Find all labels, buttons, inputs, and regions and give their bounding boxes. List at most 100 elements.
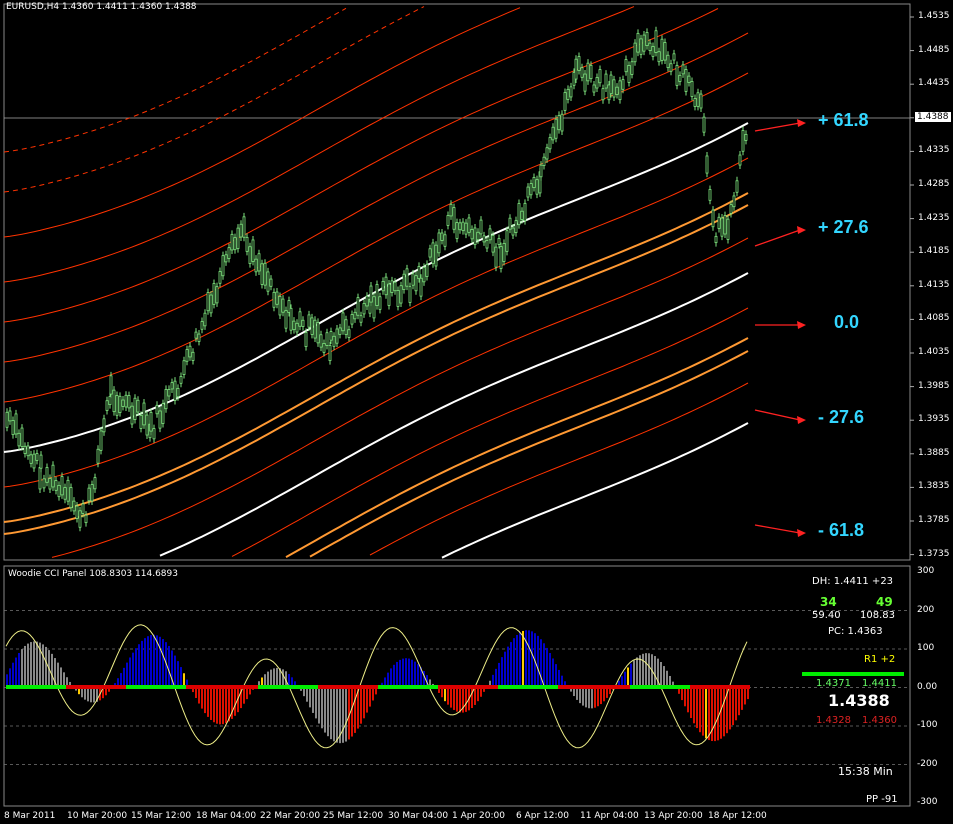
candle <box>209 294 213 314</box>
cci-bar <box>630 663 632 687</box>
candle <box>569 86 573 98</box>
level-arrow <box>754 122 801 132</box>
time-tick-label: 25 Mar 12:00 <box>323 811 384 821</box>
cci-bar <box>153 634 155 687</box>
indicator-tick-label: -300 <box>917 797 938 807</box>
cci-bar <box>312 687 314 713</box>
candle <box>464 222 468 235</box>
cci-bar <box>324 687 326 733</box>
zero-line-segment <box>6 685 18 689</box>
cci-bar <box>345 687 347 742</box>
cci-bar <box>663 666 665 687</box>
candle <box>57 484 61 498</box>
zero-line-segment <box>486 685 498 689</box>
candle <box>356 297 360 316</box>
candle <box>353 311 357 320</box>
candle <box>729 204 733 214</box>
candle <box>636 32 640 53</box>
candle <box>402 273 406 290</box>
zero-line-segment <box>138 685 150 689</box>
candle <box>520 210 524 220</box>
indicator-title: Woodie CCI Panel 108.8303 114.6893 <box>8 569 178 579</box>
cci-bar <box>699 687 701 733</box>
zero-line-segment <box>642 685 654 689</box>
candle <box>461 221 465 232</box>
candle <box>630 61 634 75</box>
candle <box>684 69 688 92</box>
price-tick-label: 1.4335 <box>918 145 950 156</box>
candle <box>322 343 326 353</box>
candle <box>11 420 15 436</box>
candle <box>170 382 174 390</box>
band-line <box>3 32 749 363</box>
candle <box>372 296 376 319</box>
cci-bar <box>33 641 35 687</box>
cci-bar <box>207 687 209 717</box>
candle <box>425 263 429 277</box>
candle <box>295 322 299 333</box>
cci-bar <box>273 668 275 687</box>
cci-bar <box>633 660 635 687</box>
candle <box>155 404 159 415</box>
zero-line-segment <box>186 685 198 689</box>
cci-bar <box>708 687 710 741</box>
cci-bar <box>729 687 731 730</box>
candle <box>663 42 667 61</box>
candle <box>738 154 742 166</box>
price-tick-label: 1.4535 <box>918 11 950 21</box>
candle <box>654 30 658 53</box>
band-line <box>309 350 749 558</box>
candle <box>130 405 134 425</box>
candle <box>328 345 332 361</box>
value-right: 108.83 <box>860 610 895 621</box>
cci-bar <box>123 667 125 687</box>
zero-line-segment <box>282 685 294 689</box>
price-tick-label: 1.3785 <box>918 515 950 525</box>
cci-bar <box>369 687 371 707</box>
cci-bar <box>276 667 278 687</box>
price-tick-label: 1.3985 <box>918 380 950 391</box>
candle <box>431 242 435 265</box>
chart-window[interactable]: EURUSD,H4 1.4360 1.4411 1.4360 1.4388 1.… <box>0 0 953 824</box>
level-arrow <box>754 229 801 247</box>
level-arrow <box>754 409 801 421</box>
candle <box>136 399 140 413</box>
zero-line-segment <box>54 685 66 689</box>
price-tick-label: 1.4085 <box>918 313 950 324</box>
cci-bar <box>471 687 473 709</box>
zero-line-segment <box>414 685 426 689</box>
cci-bar <box>555 664 557 687</box>
dh-text: DH: 1.4411 +23 <box>812 576 894 587</box>
zero-line-segment <box>654 685 666 689</box>
cci-bar <box>594 687 596 708</box>
candle <box>586 62 590 82</box>
candle <box>723 215 727 235</box>
cci-bar <box>318 687 320 724</box>
zero-line-segment <box>390 685 402 689</box>
candle <box>254 258 258 273</box>
cci-bar <box>225 687 227 724</box>
candle <box>118 395 122 413</box>
candle <box>627 65 631 83</box>
cci-bar <box>741 687 743 710</box>
candle <box>693 98 697 107</box>
price-tick-label: 1.3885 <box>918 447 950 458</box>
candle <box>197 333 201 342</box>
level-arrowhead <box>797 226 806 234</box>
cci-bar <box>57 662 59 687</box>
cci-bar <box>120 673 122 687</box>
candle <box>158 410 162 429</box>
time-remaining: 15:38 Min <box>838 765 893 778</box>
candle <box>523 202 527 222</box>
price-chart[interactable] <box>0 0 953 824</box>
candle <box>443 234 447 247</box>
candle <box>417 266 421 280</box>
cci-bar <box>687 687 689 713</box>
cci-bar <box>204 687 206 714</box>
candle <box>203 312 207 327</box>
candle <box>633 42 637 63</box>
cci-bar <box>645 653 647 687</box>
cci-bar <box>45 646 47 687</box>
cci-bar <box>711 687 713 742</box>
candle <box>124 394 128 408</box>
